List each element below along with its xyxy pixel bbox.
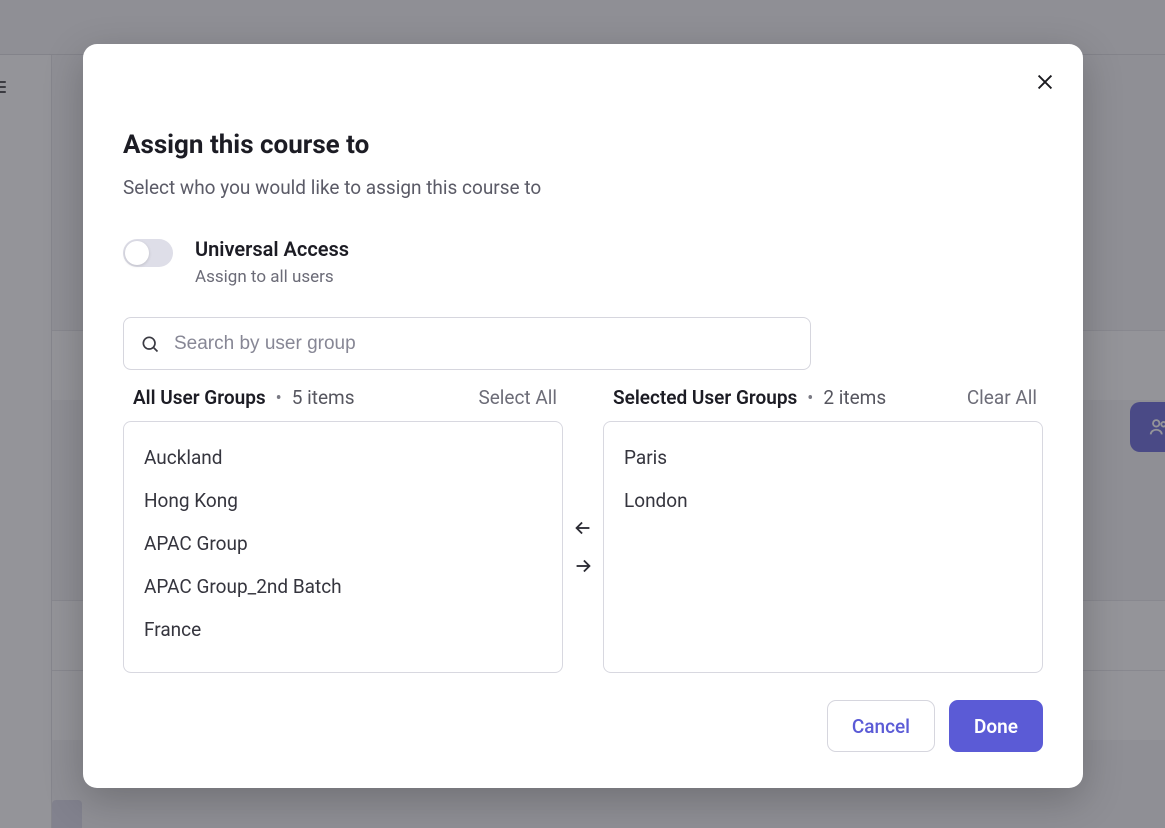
arrow-right-icon bbox=[572, 555, 594, 577]
universal-access-label: Universal Access bbox=[195, 237, 349, 261]
modal-title: Assign this course to bbox=[123, 130, 1043, 160]
done-button[interactable]: Done bbox=[949, 700, 1043, 752]
cancel-button[interactable]: Cancel bbox=[827, 700, 935, 752]
list-item[interactable]: Paris bbox=[604, 436, 1042, 479]
list-item[interactable]: Hong Kong bbox=[124, 479, 562, 522]
dot-separator: • bbox=[807, 388, 813, 409]
selected-groups-list: Paris London bbox=[603, 421, 1043, 673]
list-item[interactable]: France bbox=[124, 608, 562, 651]
assign-course-modal: Assign this course to Select who you wou… bbox=[83, 44, 1083, 788]
move-right-button[interactable] bbox=[569, 552, 597, 580]
list-item[interactable]: APAC Group bbox=[124, 522, 562, 565]
all-groups-count: 5 items bbox=[292, 386, 355, 409]
all-groups-title: All User Groups bbox=[133, 386, 266, 409]
dot-separator: • bbox=[276, 388, 282, 409]
move-left-button[interactable] bbox=[569, 514, 597, 542]
selected-groups-count: 2 items bbox=[823, 386, 886, 409]
toggle-knob bbox=[125, 241, 149, 265]
list-item[interactable]: APAC Group_2nd Batch bbox=[124, 565, 562, 608]
universal-access-desc: Assign to all users bbox=[195, 267, 349, 287]
close-button[interactable] bbox=[1029, 66, 1061, 98]
search-icon bbox=[140, 334, 160, 354]
arrow-left-icon bbox=[572, 517, 594, 539]
universal-access-toggle[interactable] bbox=[123, 239, 173, 267]
search-box[interactable] bbox=[123, 317, 811, 370]
select-all-button[interactable]: Select All bbox=[478, 386, 557, 409]
clear-all-button[interactable]: Clear All bbox=[967, 386, 1037, 409]
list-item[interactable]: London bbox=[604, 479, 1042, 522]
search-input[interactable] bbox=[174, 333, 794, 355]
universal-access-row: Universal Access Assign to all users bbox=[123, 237, 1043, 287]
close-icon bbox=[1034, 71, 1056, 93]
all-groups-list: Auckland Hong Kong APAC Group APAC Group… bbox=[123, 421, 563, 673]
selected-groups-title: Selected User Groups bbox=[613, 386, 797, 409]
list-item[interactable]: Auckland bbox=[124, 436, 562, 479]
modal-subtitle: Select who you would like to assign this… bbox=[123, 176, 1043, 199]
